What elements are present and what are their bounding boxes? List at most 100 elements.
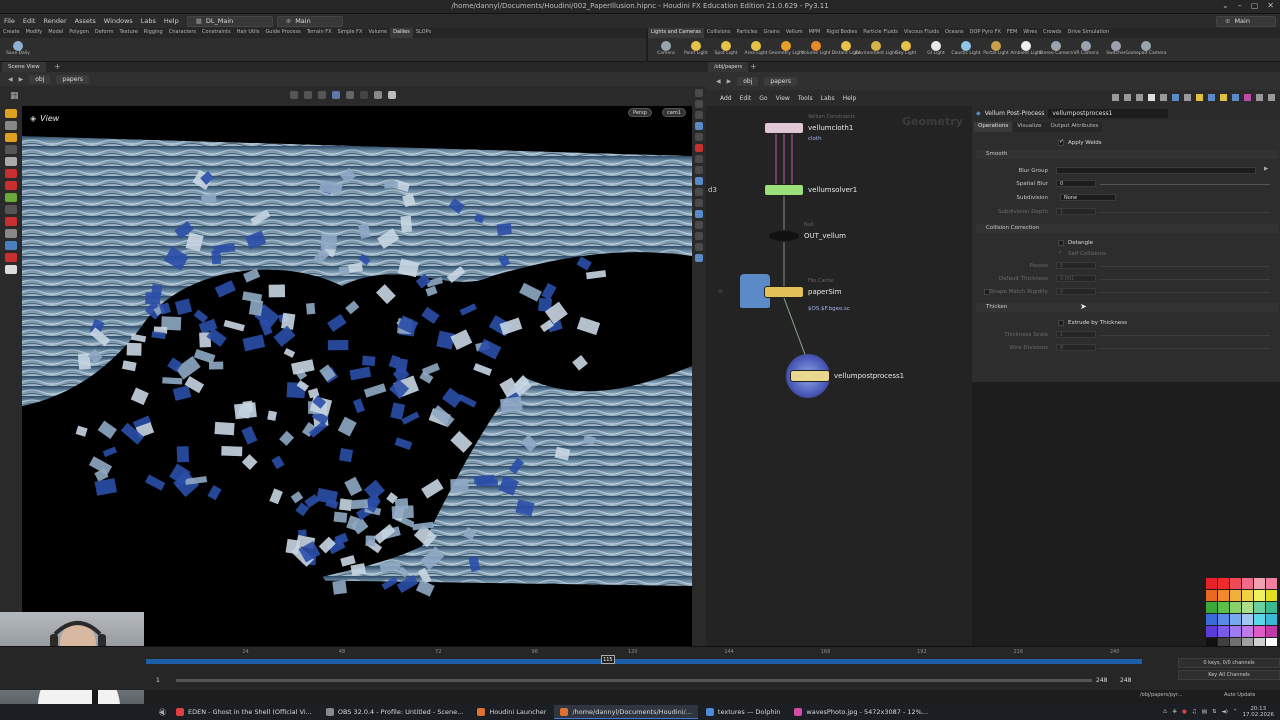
taskbar-item[interactable]: wavesPhoto.jpg - 5472x3087 - 12%... — [788, 705, 934, 719]
3d-viewport[interactable] — [22, 106, 692, 646]
shelf-tab[interactable]: Deform — [92, 28, 117, 38]
timeline-current-frame[interactable]: 115 — [600, 655, 615, 664]
subdivision-depth-slider[interactable] — [1100, 212, 1270, 213]
menu-render[interactable]: Render — [39, 17, 70, 25]
tool-icon[interactable] — [1220, 94, 1227, 101]
shelf-tool[interactable]: Save Daily — [4, 39, 32, 56]
shelf-tab[interactable]: Constraints — [199, 28, 234, 38]
shelf-tool[interactable]: Environment Light — [855, 39, 897, 56]
palette-swatch[interactable] — [1266, 602, 1277, 613]
shelf-tool[interactable]: Camera — [652, 39, 680, 56]
palette-swatch[interactable] — [1206, 590, 1217, 601]
default-thickness-slider[interactable] — [1100, 279, 1270, 280]
node-vellumcloth1[interactable]: Vellum Constraints vellumcloth1 cloth — [764, 114, 855, 142]
tab-output-attributes[interactable]: Output Attributes — [1046, 122, 1103, 132]
section-smooth[interactable]: Smooth — [976, 150, 1278, 159]
palette-swatch[interactable] — [1266, 590, 1277, 601]
shelf-tool[interactable]: Volume Light — [801, 39, 831, 56]
display-icon[interactable] — [346, 91, 354, 99]
thickness-scale-slider[interactable] — [1100, 335, 1270, 336]
menu-help[interactable]: Help — [843, 95, 857, 102]
palette-swatch[interactable] — [1218, 590, 1229, 601]
node-out-vellum[interactable]: Null OUT_vellum — [768, 222, 846, 242]
menu-windows[interactable]: Windows — [100, 17, 137, 25]
palette-swatch[interactable] — [1230, 626, 1241, 637]
palette-swatch[interactable] — [1218, 602, 1229, 613]
default-thickness-field[interactable]: 0.001 — [1056, 275, 1096, 282]
menu-labs[interactable]: Labs — [137, 17, 160, 25]
timeline-start[interactable]: 1 — [156, 677, 160, 684]
shelf-tool[interactable]: Geometry Light — [768, 39, 804, 56]
menu-edit[interactable]: Edit — [19, 17, 40, 25]
tool-icon[interactable] — [1244, 94, 1251, 101]
add-tab-icon[interactable]: + — [750, 62, 757, 71]
shelf-tab[interactable]: Hair Utils — [234, 28, 263, 38]
add-tab-icon[interactable]: + — [54, 62, 61, 71]
node-body[interactable] — [790, 370, 830, 382]
desktop-selector-main[interactable]: ⊕ Main — [276, 15, 343, 27]
viewport-label[interactable]: ◈ View — [30, 114, 59, 123]
shelf-tool[interactable]: Point Light — [682, 39, 710, 56]
palette-swatch[interactable] — [1218, 626, 1229, 637]
node-vellumsolver1[interactable]: vellumsolver1 — [764, 184, 857, 196]
path-papers[interactable]: papers — [764, 76, 797, 86]
palette-swatch[interactable] — [1230, 602, 1241, 613]
palette-swatch[interactable] — [1242, 590, 1253, 601]
shelf-tab[interactable]: Create — [0, 28, 23, 38]
back-icon[interactable]: ◀ — [8, 76, 13, 83]
tray-icon[interactable]: ⇅ — [1212, 709, 1217, 715]
shelf-tab[interactable]: Simple FX — [335, 28, 366, 38]
shelf-tab[interactable]: Polygon — [66, 28, 92, 38]
tool-icon[interactable] — [1172, 94, 1179, 101]
menu-tools[interactable]: Tools — [798, 95, 813, 102]
shelf-tab[interactable]: Dailies — [390, 28, 413, 38]
menu-view[interactable]: View — [776, 95, 790, 102]
menu-file[interactable]: File — [0, 17, 19, 25]
tool-icon[interactable] — [1124, 94, 1131, 101]
shelf-tool[interactable]: VR Camera — [1072, 39, 1100, 56]
tool-icon[interactable] — [1112, 94, 1119, 101]
shelf-tool[interactable]: Ambient Light — [1010, 39, 1042, 56]
palette-swatch[interactable] — [1254, 590, 1265, 601]
shelf-tab[interactable]: Wires — [1020, 28, 1040, 38]
shelf-tool[interactable]: Portal Light — [982, 39, 1010, 56]
tool-icon[interactable] — [1160, 94, 1167, 101]
desktop-selector-dl-main[interactable]: ▦ DL_Main — [186, 15, 273, 27]
display-option-icon[interactable] — [695, 243, 703, 251]
tool-icon[interactable] — [1232, 94, 1239, 101]
shelf-tool[interactable]: Spot Light — [712, 39, 740, 56]
menu-go[interactable]: Go — [759, 95, 767, 102]
tray-icon[interactable]: ▤ — [1202, 709, 1207, 715]
shelf-tool[interactable]: Area Light — [742, 39, 770, 56]
camera-icon[interactable] — [374, 91, 382, 99]
palette-swatch[interactable] — [1266, 626, 1277, 637]
node-body[interactable] — [768, 230, 800, 242]
desktop-selector-right[interactable]: ⊕ Main — [1216, 15, 1276, 27]
shelf-tab[interactable]: Collisions — [704, 28, 734, 38]
shelf-tab[interactable]: Guide Process — [262, 28, 303, 38]
shelf-tab[interactable]: Model — [45, 28, 66, 38]
menu-edit[interactable]: Edit — [740, 95, 752, 102]
shelf-tab[interactable]: Rigging — [141, 28, 166, 38]
camera-button[interactable]: cam1 — [662, 108, 686, 117]
persp-button[interactable]: Persp — [628, 108, 652, 117]
tool-icon[interactable] — [5, 229, 17, 238]
taskbar-item[interactable]: EDEN - Ghost in the Shell (Official Vi..… — [170, 705, 318, 719]
menu-help[interactable]: Help — [160, 17, 183, 25]
detangle-checkbox[interactable] — [1058, 240, 1064, 246]
network-view[interactable]: d3 ⊖ Vellum Constraints vellumcloth1 clo… — [706, 106, 972, 646]
tool-icon[interactable] — [5, 241, 17, 250]
tab-network[interactable]: /obj/papers — [708, 62, 749, 72]
extrude-checkbox[interactable] — [1058, 320, 1064, 326]
pose-tool-icon[interactable] — [5, 145, 17, 154]
palette-swatch[interactable] — [1242, 614, 1253, 625]
shelf-tab[interactable]: DOP Pyro FX — [967, 28, 1004, 38]
taskbar-item[interactable]: /home/dannyl/Documents/Houdini/... — [554, 705, 698, 719]
tool-icon[interactable] — [1268, 94, 1275, 101]
section-collision-correction[interactable]: Collision Correction — [976, 224, 1278, 233]
pose-icon[interactable] — [290, 91, 298, 99]
display-option-icon[interactable] — [695, 133, 703, 141]
tool-icon[interactable] — [5, 217, 17, 226]
tab-scene-view[interactable]: Scene View — [2, 62, 46, 72]
tool-icon[interactable] — [1256, 94, 1263, 101]
